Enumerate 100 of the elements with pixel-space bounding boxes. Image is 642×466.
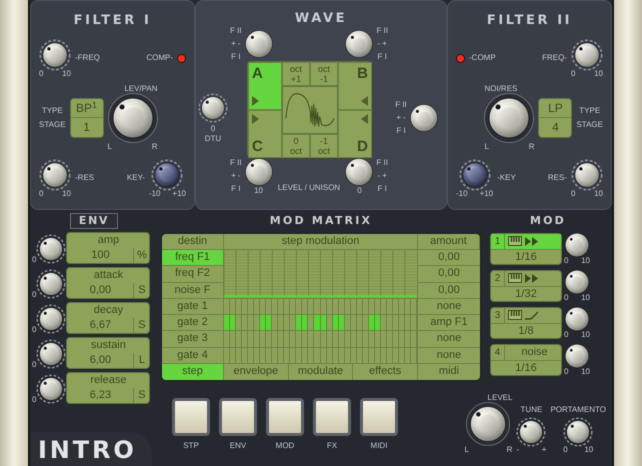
destination-item[interactable]: gate 3 [162,331,224,348]
destination-item[interactable]: freq F1 [162,250,224,266]
knob-label: -COMP [469,54,496,62]
rotary-knob[interactable] [564,232,590,258]
button-label: STP [183,442,199,450]
parameter-name: attack [92,268,124,283]
led-indicator[interactable] [456,54,465,62]
knob-label: F II [376,159,388,167]
page-button[interactable] [266,398,304,436]
scale-label: 0 [564,257,568,265]
scale-label: 10 [62,190,71,198]
rotary-knob[interactable] [344,157,374,187]
rotary-knob[interactable] [408,103,439,133]
knob-label: F II [230,159,242,167]
parameter-name: amp [96,233,120,248]
matrix-tab[interactable]: midi [418,364,480,380]
knob-label: F I [231,185,240,193]
column-header: amount [418,234,480,250]
knob-label: F I [378,185,387,193]
type-display[interactable]: LP 4 [538,98,572,138]
scale-label: -10 [148,190,160,198]
destination-item[interactable]: gate 1 [162,298,224,316]
destination-item[interactable]: freq F2 [162,266,224,283]
matrix-tab[interactable]: modulate [288,364,354,380]
knob-label: KEY- [126,174,145,182]
oscillator-pad[interactable]: B [338,62,372,110]
knob-label: - [403,114,406,122]
parameter-name: sustain [90,338,127,353]
matrix-tab[interactable]: step [162,364,224,380]
section-tab[interactable]: ENV [70,213,118,229]
rotary-knob[interactable] [36,234,66,264]
rotary-knob[interactable] [564,343,590,369]
oscillator-pad[interactable]: C [248,110,282,158]
step-cell[interactable] [230,315,236,330]
rotary-knob[interactable] [39,158,71,190]
rotary-knob[interactable] [564,306,590,332]
step-cell[interactable] [302,315,308,330]
knob-label: F II [376,27,388,35]
scale-label: 0 [564,331,568,339]
rotary-knob[interactable] [39,38,71,70]
knob-label: RES- [548,174,567,182]
rotary-knob[interactable] [36,304,66,334]
mod-source-tab[interactable]: 1 [491,234,561,250]
oscillator-pad[interactable]: A [248,62,282,110]
octave-value: 0 [293,136,298,146]
scale-label: 10 [594,190,603,198]
step-cell[interactable] [296,315,302,330]
mod-source-tab[interactable]: 3 [491,308,561,324]
page-button[interactable] [172,398,210,436]
rotary-knob[interactable] [484,93,534,143]
matrix-tab[interactable]: effects [353,364,418,380]
scale-label: 0 [32,361,36,369]
rotary-knob[interactable] [466,402,510,446]
page-button[interactable] [360,398,398,436]
rotary-knob[interactable] [564,269,590,295]
rotary-knob[interactable] [563,417,594,447]
rotary-knob[interactable] [571,158,603,190]
rotary-knob[interactable] [344,29,374,59]
scale-label: 0 [564,368,568,376]
rotary-knob[interactable] [36,339,66,369]
step-cell[interactable] [224,315,230,330]
mod-source-tab[interactable]: 4 noise [491,344,561,360]
rate-value: 1/8 [517,324,535,338]
rotary-knob[interactable] [516,417,546,447]
rotary-knob[interactable] [571,38,603,70]
filter-type: BP$^{1}$ [70,99,103,118]
type-display[interactable]: BP$^{1}$ 1 [70,98,104,138]
parameter-value: 6,00 [88,353,112,368]
ramp-icon [525,310,539,320]
mod-source-tab[interactable]: 2 [491,270,561,286]
scale-label: L [108,143,112,151]
amount-value: 0,00 [418,266,480,283]
stage-label: STAGE [576,121,603,129]
rotary-knob[interactable] [244,29,274,59]
step-cell[interactable] [260,315,266,330]
knob-label: - [238,40,240,48]
step-cell[interactable] [314,315,320,330]
scale-label: 10 [581,257,590,265]
oscillator-pad[interactable]: D [338,110,372,158]
parameter-unit: L [133,353,150,368]
rotary-knob[interactable] [108,93,158,143]
parameter-value: 0,00 [88,283,112,298]
knob-label: - [238,172,240,180]
parameter-unit: S [133,283,150,298]
rotary-knob[interactable] [36,374,66,404]
octave-value: -1 [320,74,328,84]
led-indicator[interactable] [177,54,186,62]
scale-label: - [516,446,520,454]
scale-label: R [506,446,512,454]
destination-item[interactable]: noise F [162,282,224,299]
knob-label: LEVEL [488,394,512,402]
step-cell[interactable] [266,315,272,330]
rotary-knob[interactable] [244,157,274,187]
matrix-tab[interactable]: envelope [224,364,289,380]
page-button[interactable] [219,398,257,436]
slot-number: 4 [491,344,505,360]
page-button[interactable] [313,398,351,436]
scale-label: +10 [172,190,186,198]
rotary-knob[interactable] [198,93,228,123]
rotary-knob[interactable] [36,269,66,299]
